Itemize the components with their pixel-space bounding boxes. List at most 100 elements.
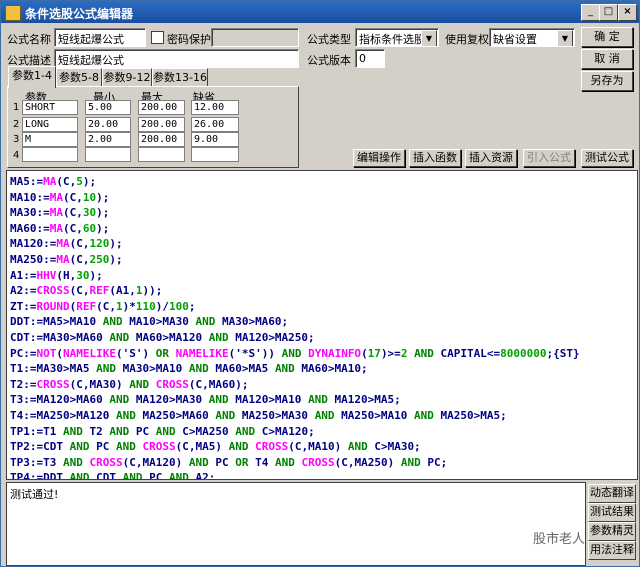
code-token: AND: [109, 330, 130, 344]
param-min-cell[interactable]: 20.00: [85, 117, 131, 132]
code-token: T4:=MA250>MA120: [10, 408, 116, 422]
param-name-cell[interactable]: [22, 147, 78, 162]
code-token: AND: [400, 455, 421, 469]
code-token: DDT:=MA5>MA10: [10, 315, 103, 329]
code-token: AND: [96, 362, 116, 376]
minimize-button[interactable]: _: [581, 4, 600, 21]
code-token: AND: [195, 315, 216, 329]
param-name-cell[interactable]: M: [22, 132, 78, 147]
param-default-cell[interactable]: 26.00: [191, 117, 239, 132]
save-as-button[interactable]: 另存为: [581, 71, 633, 91]
code-token: OR: [235, 455, 249, 469]
code-token: AND: [129, 377, 150, 391]
code-token: AND: [115, 440, 136, 454]
code-token: PC: [89, 440, 116, 454]
code-token: );: [96, 190, 110, 204]
param-max-cell[interactable]: 200.00: [138, 117, 185, 132]
test-formula-button[interactable]: 测试公式: [581, 149, 633, 167]
code-token: AND: [155, 424, 176, 438]
code-token: CROSS: [36, 284, 70, 298]
code-token: AND: [188, 455, 209, 469]
insert-resource-button[interactable]: 插入资源: [465, 149, 517, 167]
edit-ops-button[interactable]: 编辑操作: [353, 149, 405, 167]
code-token: CROSS: [301, 455, 335, 469]
app-icon: [5, 5, 21, 21]
password-checkbox[interactable]: [151, 31, 164, 44]
param-default-cell[interactable]: [191, 147, 239, 162]
code-line: DDT:=MA5>MA10 AND MA10>MA30 AND MA30>MA6…: [10, 314, 580, 330]
code-token: (C,: [63, 206, 83, 220]
cancel-button[interactable]: 取 消: [581, 49, 633, 69]
code-line: T4:=MA250>MA120 AND MA250>MA60 AND MA250…: [10, 408, 580, 424]
code-token: AND: [188, 362, 209, 376]
code-token: MA: [49, 221, 63, 235]
code-token: NOT: [36, 346, 57, 360]
code-token: AND: [208, 330, 229, 344]
code-token: ('*S')): [228, 346, 282, 360]
tab-params-1-4[interactable]: 参数1-4: [8, 66, 56, 88]
code-token: AND: [102, 315, 123, 329]
version-input[interactable]: 0: [355, 49, 385, 68]
name-input[interactable]: 短线起爆公式: [54, 28, 146, 47]
code-token: TP3:=T3: [10, 455, 63, 469]
code-token: 1: [116, 299, 123, 313]
rights-select-value: 缺省设置: [493, 33, 537, 46]
code-token: AND: [115, 408, 136, 422]
code-token: CROSS: [89, 455, 123, 469]
code-token: MA60:=: [10, 221, 50, 235]
close-button[interactable]: ×: [618, 4, 637, 21]
code-token: AND: [109, 424, 130, 438]
rights-select[interactable]: 缺省设置 ▼: [489, 28, 575, 47]
param-min-cell[interactable]: [85, 147, 131, 162]
code-token: AND: [414, 346, 434, 360]
chevron-down-icon: ▼: [557, 30, 573, 46]
code-token: ;: [188, 299, 196, 313]
tab-params-9-12[interactable]: 参数9-12: [102, 68, 152, 87]
code-line: TP2:=CDT AND PC AND CROSS(C,MA5) AND CRO…: [10, 439, 580, 455]
code-line: T2:=CROSS(C,MA30) AND CROSS(C,MA60);: [10, 377, 580, 393]
code-token: TP1:=T1: [10, 424, 63, 438]
tab-params-5-8[interactable]: 参数5-8: [56, 68, 102, 87]
code-token: NAMELIKE: [63, 346, 116, 360]
code-token: ROUND: [36, 299, 70, 313]
code-token: MA60>MA5: [208, 362, 275, 376]
param-default-cell[interactable]: 12.00: [191, 100, 239, 115]
code-token: (: [56, 346, 63, 360]
window-title: 条件选股公式编辑器: [25, 7, 134, 21]
usage-notes-button[interactable]: 用法注释: [588, 541, 636, 560]
import-formula-button[interactable]: 引入公式: [523, 149, 575, 167]
tab-params-13-16[interactable]: 参数13-16: [152, 68, 208, 87]
type-select[interactable]: 指标条件选股 ▼: [355, 28, 439, 47]
maximize-button[interactable]: □: [599, 4, 618, 21]
param-row-number: 3: [13, 134, 20, 145]
param-default-cell[interactable]: 9.00: [191, 132, 239, 147]
rights-label: 使用复权: [445, 33, 489, 46]
test-result-button[interactable]: 测试结果: [588, 503, 636, 522]
param-min-cell[interactable]: 2.00: [85, 132, 131, 147]
watermark: 股市老人: [533, 532, 586, 547]
param-max-cell[interactable]: [138, 147, 185, 162]
param-name-cell[interactable]: LONG: [22, 117, 78, 132]
password-input[interactable]: [211, 28, 299, 47]
code-token: ZT:=: [10, 299, 37, 313]
param-wizard-button[interactable]: 参数精灵: [588, 522, 636, 541]
param-min-cell[interactable]: 5.00: [85, 100, 131, 115]
code-token: (A1,: [109, 284, 136, 298]
code-token: 5: [76, 175, 83, 188]
param-name-cell[interactable]: SHORT: [22, 100, 78, 115]
desc-input[interactable]: 短线起爆公式: [54, 49, 299, 68]
param-max-cell[interactable]: 200.00: [138, 132, 185, 147]
param-max-cell[interactable]: 200.00: [138, 100, 185, 115]
code-token: );: [89, 268, 103, 282]
code-token: AND: [228, 440, 249, 454]
version-label: 公式版本: [307, 54, 351, 67]
code-editor[interactable]: MA5:=MA(C,5); MA10:=MA(C,10); MA30:=MA(C,3…: [6, 170, 638, 480]
code-token: ));: [142, 284, 163, 298]
dynamic-translate-button[interactable]: 动态翻译: [588, 484, 636, 503]
insert-function-button[interactable]: 插入函数: [409, 149, 461, 167]
code-token: 30: [82, 206, 97, 220]
name-label: 公式名称: [7, 33, 51, 46]
code-token: AND: [235, 424, 256, 438]
type-label: 公式类型: [307, 33, 351, 46]
ok-button[interactable]: 确 定: [581, 27, 633, 47]
